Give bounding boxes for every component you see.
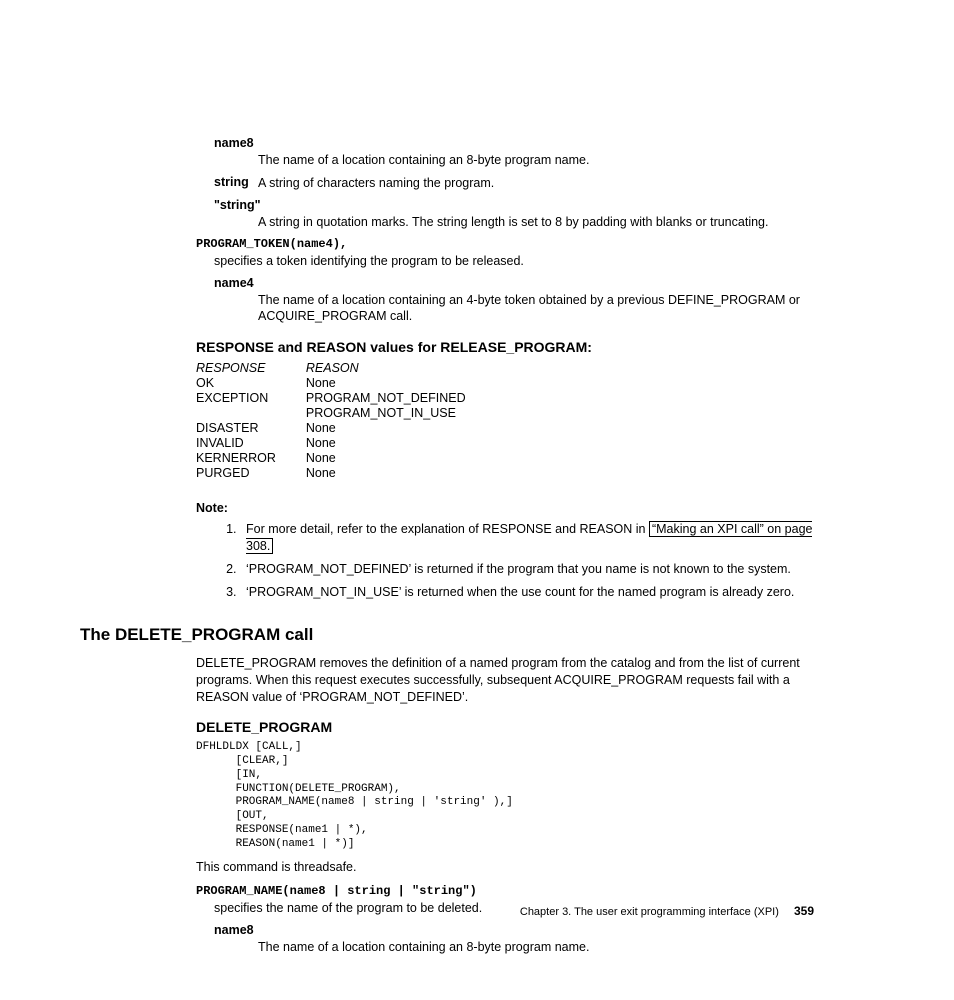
def-name4: The name of a location containing an 4-b… (258, 292, 824, 326)
footer-page-number: 359 (794, 904, 814, 918)
note-heading: Note: (196, 501, 824, 515)
table-cell: None (306, 436, 496, 451)
def-qstring: A string in quotation marks. The string … (258, 214, 824, 231)
term-name4: name4 (214, 276, 824, 290)
term-string: string (214, 175, 258, 192)
def-name8-b: The name of a location containing an 8-b… (258, 939, 824, 956)
footer-chapter: Chapter 3. The user exit programming int… (520, 906, 779, 918)
table-cell: None (306, 466, 496, 481)
def-string: A string of characters naming the progra… (258, 175, 824, 192)
threadsafe-note: This command is threadsafe. (196, 859, 824, 876)
heading-delete-program: DELETE_PROGRAM (196, 719, 824, 735)
note-item: ‘PROGRAM_NOT_DEFINED’ is returned if the… (240, 561, 824, 578)
table-cell: EXCEPTION (196, 391, 306, 406)
note-item: For more detail, refer to the explanatio… (240, 521, 824, 555)
note-text: For more detail, refer to the explanatio… (246, 522, 649, 536)
heading-response-reason: RESPONSE and REASON values for RELEASE_P… (196, 339, 824, 355)
def-name8: The name of a location containing an 8-b… (258, 152, 824, 169)
delete-program-intro: DELETE_PROGRAM removes the definition of… (196, 655, 824, 706)
term-program-name: PROGRAM_NAME(name8 | string | "string") (196, 884, 824, 898)
def-program-token: specifies a token identifying the progra… (214, 253, 824, 270)
table-cell: DISASTER (196, 421, 306, 436)
notes-list: For more detail, refer to the explanatio… (240, 521, 824, 601)
th-reason: REASON (306, 361, 496, 376)
th-response: RESPONSE (196, 361, 306, 376)
response-reason-table: RESPONSE REASON OKNone EXCEPTIONPROGRAM_… (196, 361, 496, 481)
term-name8-b: name8 (214, 923, 824, 937)
code-block: DFHLDLDX [CALL,] [CLEAR,] [IN, FUNCTION(… (196, 741, 824, 851)
page-footer: Chapter 3. The user exit programming int… (0, 904, 954, 918)
table-cell: INVALID (196, 436, 306, 451)
table-cell: KERNERROR (196, 451, 306, 466)
term-name8: name8 (214, 136, 824, 150)
table-cell: None (306, 451, 496, 466)
table-cell: None (306, 421, 496, 436)
table-cell: None (306, 376, 496, 391)
table-cell: OK (196, 376, 306, 391)
term-qstring: "string" (214, 198, 824, 212)
term-program-token: PROGRAM_TOKEN(name4), (196, 237, 824, 251)
table-cell: PURGED (196, 466, 306, 481)
heading-delete-program-call: The DELETE_PROGRAM call (80, 625, 824, 645)
table-cell: PROGRAM_NOT_IN_USE (306, 406, 496, 421)
table-cell: PROGRAM_NOT_DEFINED (306, 391, 496, 406)
table-cell (196, 406, 306, 421)
note-item: ‘PROGRAM_NOT_IN_USE’ is returned when th… (240, 584, 824, 601)
